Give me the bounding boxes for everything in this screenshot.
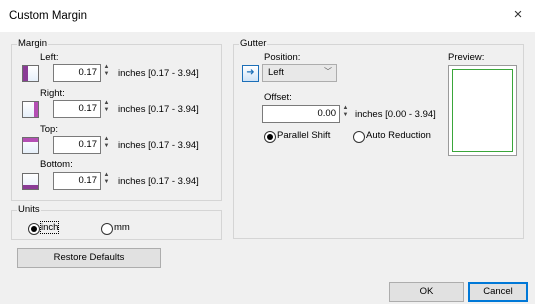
restore-defaults-button[interactable]: Restore Defaults — [17, 248, 161, 268]
stepper-down-icon[interactable]: ▼ — [102, 179, 111, 186]
preview-pane — [448, 65, 517, 156]
margin-right-stepper[interactable]: ▲ ▼ — [102, 100, 111, 116]
cancel-button[interactable]: Cancel — [468, 282, 528, 302]
gutter-position-select[interactable]: Left ﹀ — [262, 64, 337, 82]
margin-bottom-stepper[interactable]: ▲ ▼ — [102, 172, 111, 188]
parallel-shift-label[interactable]: Parallel Shift — [277, 130, 330, 141]
margin-top-label: Top: — [40, 124, 58, 135]
margin-right-input[interactable]: 0.17 — [53, 100, 101, 118]
margin-left-label: Left: — [40, 52, 59, 63]
stepper-down-icon[interactable]: ▼ — [102, 71, 111, 78]
gutter-group-label: Gutter — [239, 38, 268, 49]
auto-reduction-label[interactable]: Auto Reduction — [366, 130, 431, 141]
stepper-up-icon[interactable]: ▲ — [341, 105, 350, 112]
unit-mm-label[interactable]: mm — [114, 222, 130, 233]
parallel-shift-radio[interactable] — [264, 131, 276, 143]
margin-top-input[interactable]: 0.17 — [53, 136, 101, 154]
gutter-offset-input[interactable]: 0.00 — [262, 105, 340, 123]
margin-top-range: inches [0.17 - 3.94] — [118, 140, 199, 151]
preview-page — [452, 69, 513, 152]
stepper-down-icon[interactable]: ▼ — [102, 107, 111, 114]
gutter-offset-label: Offset: — [264, 92, 292, 103]
margin-left-input[interactable]: 0.17 — [53, 64, 101, 82]
dialog-body: Margin Left: 0.17 ▲ ▼ inches [0.17 - 3.9… — [0, 32, 535, 304]
margin-bottom-input[interactable]: 0.17 — [53, 172, 101, 190]
gutter-offset-range: inches [0.00 - 3.94] — [355, 109, 436, 120]
margin-left-range: inches [0.17 - 3.94] — [118, 68, 199, 79]
margin-bottom-label: Bottom: — [40, 159, 73, 170]
window-title: Custom Margin — [9, 10, 87, 22]
close-icon[interactable]: × — [509, 6, 527, 24]
gutter-offset-stepper[interactable]: ▲ ▼ — [341, 105, 350, 121]
preview-label: Preview: — [448, 52, 485, 63]
margin-left-stepper[interactable]: ▲ ▼ — [102, 64, 111, 80]
stepper-up-icon[interactable]: ▲ — [102, 100, 111, 107]
stepper-up-icon[interactable]: ▲ — [102, 64, 111, 71]
chevron-down-icon: ﹀ — [324, 67, 332, 76]
unit-inch-radio[interactable] — [28, 223, 40, 235]
stepper-up-icon[interactable]: ▲ — [102, 136, 111, 143]
margin-bottom-icon — [22, 173, 39, 190]
stepper-up-icon[interactable]: ▲ — [102, 172, 111, 179]
ok-button[interactable]: OK — [389, 282, 464, 302]
stepper-down-icon[interactable]: ▼ — [341, 112, 350, 119]
units-group-label: Units — [17, 204, 41, 215]
margin-group-label: Margin — [17, 38, 49, 49]
gutter-position-label: Position: — [264, 52, 301, 63]
unit-inch-label[interactable]: inch — [39, 221, 60, 234]
margin-top-stepper[interactable]: ▲ ▼ — [102, 136, 111, 152]
auto-reduction-radio[interactable] — [353, 131, 365, 143]
stepper-down-icon[interactable]: ▼ — [102, 143, 111, 150]
margin-bottom-range: inches [0.17 - 3.94] — [118, 176, 199, 187]
margin-right-range: inches [0.17 - 3.94] — [118, 104, 199, 115]
margin-top-icon — [22, 137, 39, 154]
unit-mm-radio[interactable] — [101, 223, 113, 235]
gutter-left-icon: ➜ — [242, 65, 259, 82]
title-bar: Custom Margin × — [0, 0, 535, 32]
margin-right-icon — [22, 101, 39, 118]
margin-right-label: Right: — [40, 88, 65, 99]
margin-left-icon — [22, 65, 39, 82]
